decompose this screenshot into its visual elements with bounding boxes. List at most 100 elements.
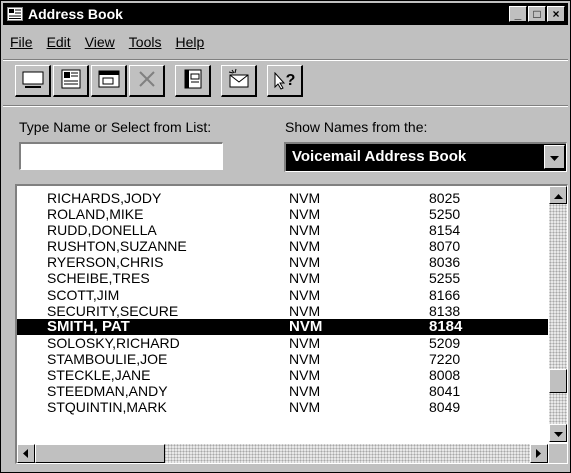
horizontal-scroll-thumb[interactable] — [35, 444, 165, 463]
properties-card-icon — [59, 68, 83, 93]
scroll-left-button[interactable] — [17, 444, 35, 463]
address-book-window: Address Book _ □ × File Edit View Tools … — [0, 0, 571, 473]
list-item[interactable]: RUSHTON,SUZANNE NVM 8070 — [17, 238, 548, 254]
entry-name: STAMBOULIE,JOE — [47, 350, 168, 367]
address-list[interactable]: RICHARDS,JODY NVM 8025 ROLAND,MIKE NVM 5250 RU… — [15, 184, 568, 464]
new-message-icon — [226, 68, 252, 93]
menu-file-label: File — [10, 34, 33, 50]
arrow-right-icon — [536, 446, 542, 461]
entry-extension: 8036 — [429, 254, 461, 271]
search-label: Type Name or Select from List: — [19, 119, 212, 135]
menu-view[interactable]: View — [78, 34, 122, 50]
entry-type: NVM — [289, 302, 321, 319]
list-item[interactable]: RUDD,DONELLA NVM 8154 — [17, 222, 548, 238]
entry-extension: 8184 — [429, 317, 463, 335]
dropdown-button[interactable] — [544, 145, 565, 169]
entry-name: RICHARDS,JODY — [47, 190, 162, 206]
list-item[interactable]: SECURITY,SECURE NVM 8138 — [17, 303, 548, 319]
entry-type: NVM — [289, 254, 321, 271]
menu-edit[interactable]: Edit — [40, 34, 78, 50]
menu-file[interactable]: File — [3, 34, 40, 50]
entry-name: SECURITY,SECURE — [47, 302, 179, 319]
arrow-up-icon — [553, 188, 563, 203]
entry-name: RUDD,DONELLA — [47, 222, 157, 239]
vertical-scroll-thumb[interactable] — [549, 369, 567, 393]
arrow-down-icon — [553, 426, 563, 441]
entry-name: SOLOSKY,RICHARD — [47, 334, 180, 351]
list-item[interactable]: STEEDMAN,ANDY NVM 8041 — [17, 383, 548, 399]
entry-type: NVM — [289, 270, 321, 287]
list-item[interactable]: SOLOSKY,RICHARD NVM 5209 — [17, 335, 548, 351]
horizontal-scrollbar[interactable] — [17, 444, 548, 463]
address-book-source-select[interactable]: Voicemail Address Book — [284, 142, 567, 172]
title-bar[interactable]: Address Book _ □ × — [3, 3, 568, 25]
properties-card-button[interactable] — [53, 65, 89, 97]
menu-help[interactable]: Help — [168, 34, 211, 50]
source-selected-value: Voicemail Address Book — [292, 148, 467, 165]
toolbar-divider-top — [3, 59, 568, 61]
entry-name: RUSHTON,SUZANNE — [47, 238, 187, 255]
menu-bar: File Edit View Tools Help — [3, 31, 211, 53]
help-pointer-icon: ? — [274, 71, 296, 90]
entry-extension: 5255 — [429, 270, 461, 287]
entry-extension: 5250 — [429, 206, 461, 223]
list-item[interactable]: RYERSON,CHRIS NVM 8036 — [17, 254, 548, 270]
help-pointer-button[interactable]: ? — [267, 65, 303, 97]
entry-extension: 8166 — [429, 286, 461, 303]
list-item[interactable]: STAMBOULIE,JOE NVM 7220 — [17, 351, 548, 367]
new-entry-button[interactable] — [15, 65, 51, 97]
entry-extension: 5209 — [429, 334, 461, 351]
name-search-input[interactable] — [19, 142, 223, 170]
help-question-mark: ? — [285, 71, 296, 89]
minimize-button[interactable]: _ — [509, 6, 527, 22]
entry-name: STEEDMAN,ANDY — [47, 383, 168, 400]
entry-extension: 8041 — [429, 383, 461, 400]
scroll-right-button[interactable] — [530, 444, 548, 463]
entry-name: SCOTT,JIM — [47, 286, 120, 303]
new-entry-icon — [21, 69, 45, 92]
entry-extension: 8008 — [429, 367, 461, 384]
list-item[interactable]: STQUINTIN,MARK NVM 8049 — [17, 399, 548, 415]
list-item[interactable]: SCOTT,JIM NVM 8166 — [17, 287, 548, 303]
address-book-icon — [181, 67, 205, 94]
entry-type: NVM — [289, 367, 321, 384]
chevron-down-icon — [550, 150, 559, 165]
scroll-up-button[interactable] — [549, 186, 567, 204]
menu-tools[interactable]: Tools — [122, 34, 169, 50]
properties-button[interactable] — [91, 65, 127, 97]
entry-extension: 8049 — [429, 399, 461, 416]
entry-type: NVM — [289, 399, 321, 416]
scrollbar-corner — [549, 444, 567, 463]
entry-type: NVM — [289, 190, 321, 206]
entry-extension: 8025 — [429, 190, 461, 206]
close-button[interactable]: × — [547, 6, 565, 22]
menu-view-label: View — [84, 34, 115, 50]
address-book-app-icon[interactable] — [7, 7, 23, 21]
scroll-down-button[interactable] — [549, 424, 567, 442]
list-item[interactable]: STECKLE,JANE NVM 8008 — [17, 367, 548, 383]
vertical-scrollbar[interactable] — [549, 186, 567, 442]
menu-edit-label: Edit — [46, 34, 71, 50]
entry-extension: 8138 — [429, 302, 461, 319]
menu-tools-label: Tools — [128, 34, 162, 50]
list-item[interactable]: SCHEIBE,TRES NVM 5255 — [17, 270, 548, 286]
address-book-button[interactable] — [175, 65, 211, 97]
entry-extension: 8154 — [429, 222, 461, 239]
entry-extension: 7220 — [429, 350, 461, 367]
entry-type: NVM — [289, 317, 323, 335]
arrow-left-icon — [23, 446, 29, 461]
entry-name: SCHEIBE,TRES — [47, 270, 150, 287]
entry-name: SMITH, PAT — [47, 317, 130, 335]
list-item-selected[interactable]: SMITH, PAT NVM 8184 — [17, 317, 548, 335]
new-message-button[interactable] — [221, 65, 257, 97]
toolbar: ? — [15, 65, 305, 99]
toolbar-divider-bottom — [3, 105, 568, 107]
entry-extension: 8070 — [429, 238, 461, 255]
list-item[interactable]: RICHARDS,JODY NVM 8025 — [17, 190, 548, 206]
address-list-rows: RICHARDS,JODY NVM 8025 ROLAND,MIKE NVM 5250 RU… — [17, 190, 548, 415]
maximize-button[interactable]: □ — [528, 6, 546, 22]
entry-type: NVM — [289, 206, 321, 223]
delete-button[interactable] — [129, 65, 165, 97]
list-item[interactable]: ROLAND,MIKE NVM 5250 — [17, 206, 548, 222]
entry-type: NVM — [289, 383, 321, 400]
